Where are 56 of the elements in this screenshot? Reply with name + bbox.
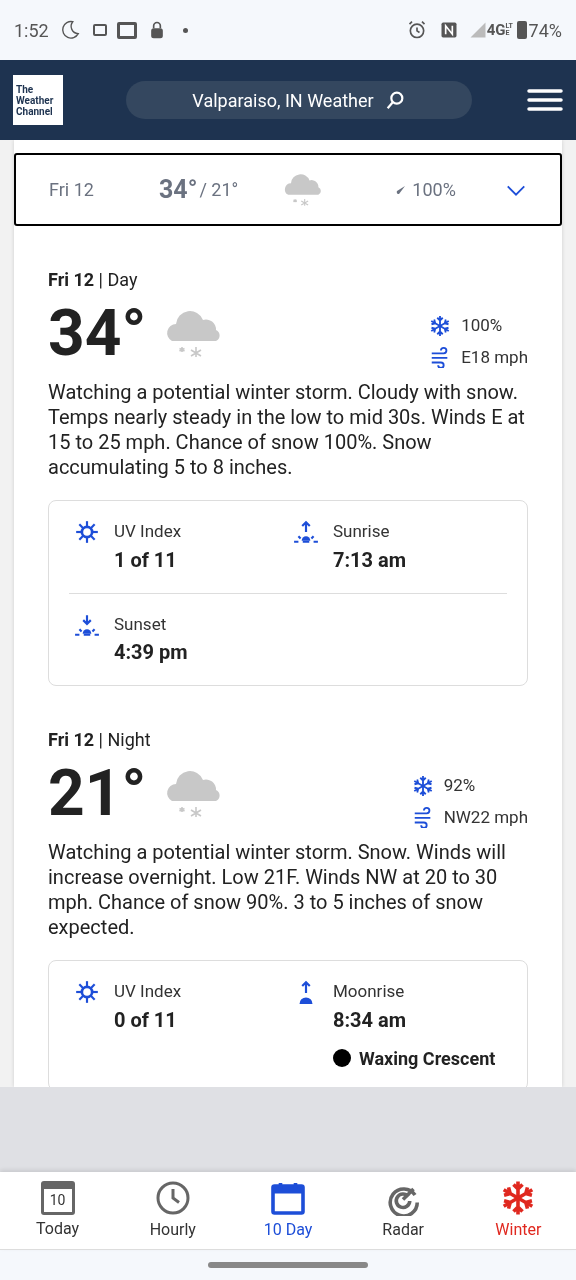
alarm-icon xyxy=(406,20,427,40)
summary-low: / 21° xyxy=(199,178,239,202)
nav-tab[interactable]: 10 Day xyxy=(230,1172,346,1249)
snowflake-icon xyxy=(411,774,434,797)
wind-speed: NW22 mph xyxy=(443,805,528,829)
detail-label: Sunset xyxy=(114,612,168,636)
nav-tab[interactable]: Hourly xyxy=(115,1172,231,1249)
period-day: Fri 12 xyxy=(48,269,95,290)
day-summary-row[interactable]: Fri 12 34°/ 21° 100% xyxy=(14,153,562,226)
notification-icon xyxy=(92,24,107,36)
logo[interactable]: The Weather Channel xyxy=(13,75,63,125)
logo-text: The xyxy=(16,83,35,95)
nav-tab[interactable]: Winter xyxy=(460,1172,576,1249)
status-time: 1:52 xyxy=(14,18,49,43)
raindrop-icon xyxy=(396,184,407,195)
signal-icon xyxy=(468,21,487,39)
battery-icon xyxy=(516,21,527,39)
wind-speed: E18 mph xyxy=(461,345,528,369)
period-label: | Day xyxy=(98,269,138,290)
detail-label: UV Index xyxy=(114,520,182,543)
menu-icon[interactable] xyxy=(527,88,563,112)
moon-phase-icon xyxy=(333,1049,351,1067)
moon-phase: Waxing Crescent xyxy=(359,1046,496,1071)
detail-label: UV Index xyxy=(114,980,182,1003)
nav-tab[interactable]: 10 Today xyxy=(0,1172,116,1249)
summary-high: 34° xyxy=(159,173,198,206)
clock-icon xyxy=(154,1179,191,1216)
battery-level: 74% xyxy=(528,18,562,43)
summary-day: Fri 12 xyxy=(49,176,159,203)
period-label: | Night xyxy=(98,729,151,750)
period-day: Fri 12 xyxy=(48,729,95,750)
snowflake-icon xyxy=(429,314,452,337)
detail-label: Moonrise xyxy=(333,980,406,1003)
logo-text: Channel xyxy=(16,105,54,117)
forecast-text: Watching a potential winter storm. Cloudy with snow. Temps nearly steady in the low to mid 30s. Winds E at 15 to 25 mph. Chance of snow 100%. Snow accumulating 5 to 8 inches. xyxy=(48,380,526,480)
logo-text: Weather xyxy=(16,94,55,106)
precip-chance: 100% xyxy=(461,314,503,337)
summary-precip: 100% xyxy=(412,178,456,202)
notification-icon xyxy=(116,21,137,39)
search-button[interactable]: Valparaiso, IN Weather xyxy=(126,81,472,119)
network-type: 4G xyxy=(486,19,506,41)
period-temperature: 21° xyxy=(48,759,147,830)
detail-value: 1 of 11 xyxy=(114,546,178,574)
sunrise-icon xyxy=(293,519,319,545)
nav-tab[interactable]: Radar xyxy=(345,1172,461,1249)
period-temperature: 34° xyxy=(48,299,147,370)
detail-value: 0 of 11 xyxy=(114,1006,178,1034)
calendar-date: 10 xyxy=(49,1193,66,1207)
detail-value: 7:13 am xyxy=(333,546,407,574)
detail-value: 4:39 pm xyxy=(114,639,188,666)
forecast-text: Watching a potential winter storm. Snow. Winds will increase overnight. Low 21F. Winds NW at 20 to 30 mph. Chance of snow 90%. 3 to 5 inches of snow expected. xyxy=(48,840,507,940)
sun-icon xyxy=(74,979,100,1005)
sun-icon xyxy=(74,519,100,545)
precip-chance: 92% xyxy=(443,774,476,797)
detail-value: 8:34 am xyxy=(333,1006,408,1034)
detail-label: Sunrise xyxy=(333,520,391,543)
